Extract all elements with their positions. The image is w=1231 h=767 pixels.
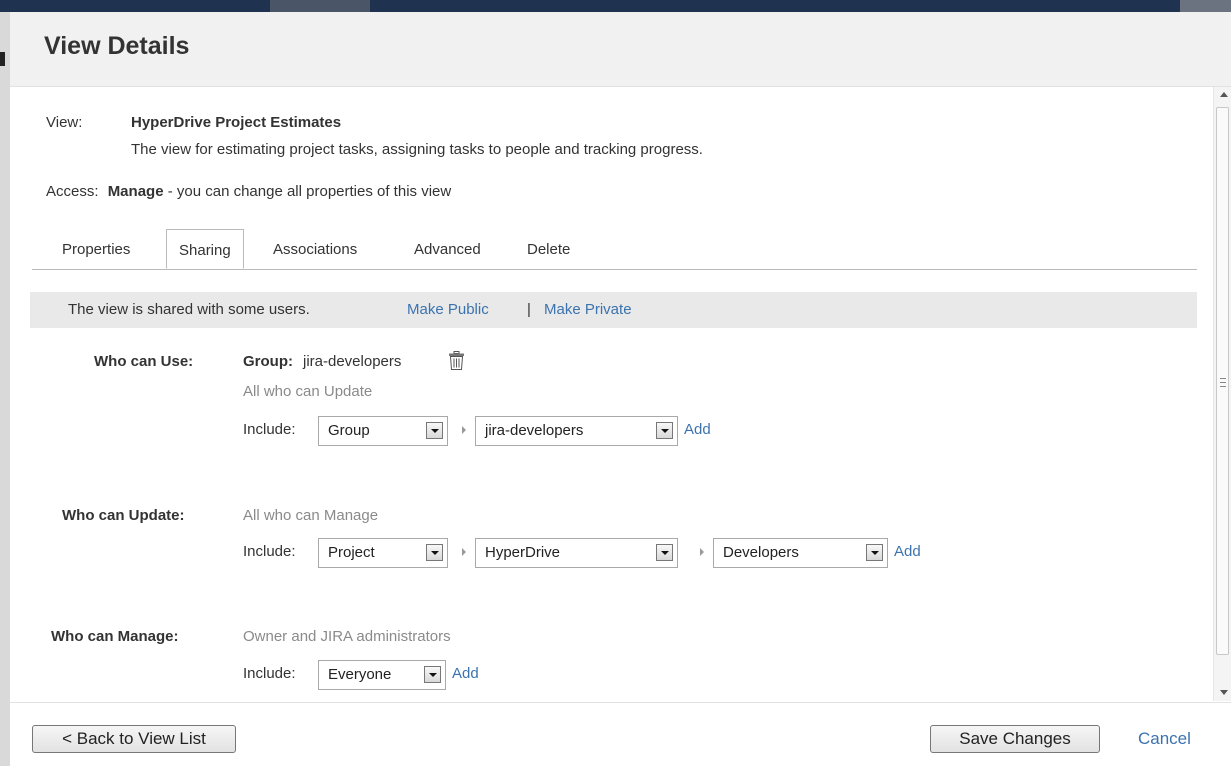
background-page-mark [0, 52, 5, 66]
tab-sharing[interactable]: Sharing [166, 229, 244, 269]
use-include-label: Include: [243, 421, 296, 438]
view-name: HyperDrive Project Estimates [131, 114, 342, 131]
scrollbar-thumb[interactable] [1216, 107, 1229, 655]
trash-icon[interactable] [448, 351, 465, 370]
tab-associations[interactable]: Associations [273, 241, 357, 258]
dialog-header: View Details [10, 12, 1231, 87]
make-private-link[interactable]: Make Private [544, 301, 632, 318]
tab-delete[interactable]: Delete [527, 241, 570, 258]
access-description: - you can change all properties of this … [167, 183, 452, 200]
sharing-status-text: The view is shared with some users. [68, 301, 310, 318]
update-project-select[interactable]: HyperDrive [475, 538, 678, 568]
grip-icon [1220, 378, 1226, 387]
update-role-select[interactable]: Developers [713, 538, 888, 568]
chevron-down-icon [426, 422, 443, 439]
who-can-update-label: Who can Update: [62, 507, 185, 524]
update-type-select[interactable]: Project [318, 538, 448, 568]
chevron-right-icon [700, 548, 704, 556]
access-level: Manage [107, 183, 164, 200]
background-tab [270, 0, 370, 12]
manage-type-select[interactable]: Everyone [318, 660, 446, 690]
dialog-title: View Details [44, 32, 190, 60]
chevron-down-icon [866, 544, 883, 561]
save-changes-button[interactable]: Save Changes [930, 725, 1100, 753]
tab-bar: Properties Sharing Associations Advanced… [32, 229, 1197, 270]
scroll-up-icon[interactable] [1220, 92, 1228, 97]
manage-include-label: Include: [243, 665, 296, 682]
access-label: Access: [46, 183, 99, 200]
view-details-dialog: View Details View: HyperDrive Project Es… [10, 12, 1231, 767]
back-to-view-list-button[interactable]: < Back to View List [32, 725, 236, 753]
tab-properties[interactable]: Properties [62, 241, 130, 258]
link-separator: | [527, 301, 531, 318]
who-can-use-label: Who can Use: [94, 353, 194, 370]
use-group-label: Group: [243, 353, 293, 370]
use-group-value: jira-developers [303, 353, 402, 370]
update-inherited-text: All who can Manage [243, 507, 379, 524]
update-add-link[interactable]: Add [894, 543, 921, 560]
make-public-link[interactable]: Make Public [407, 301, 489, 318]
manage-type-value: Everyone [328, 666, 392, 683]
manage-inherited-text: Owner and JIRA administrators [243, 628, 451, 645]
tab-advanced[interactable]: Advanced [414, 241, 481, 258]
background-tab [1180, 0, 1231, 12]
scroll-down-icon[interactable] [1220, 690, 1228, 695]
use-type-value: Group [328, 422, 370, 439]
cancel-link[interactable]: Cancel [1138, 729, 1191, 749]
chevron-down-icon [656, 422, 673, 439]
update-project-value: HyperDrive [485, 544, 561, 561]
chevron-right-icon [462, 548, 466, 556]
dialog-content: View: HyperDrive Project Estimates The v… [10, 87, 1213, 701]
view-description: The view for estimating project tasks, a… [131, 141, 703, 158]
use-type-select[interactable]: Group [318, 416, 448, 446]
access-row: Access: Manage - you can change all prop… [46, 183, 451, 200]
background-page-edge [0, 12, 10, 766]
update-type-value: Project [328, 544, 375, 561]
view-label: View: [46, 114, 83, 131]
background-window-strip [0, 0, 1231, 12]
who-can-manage-label: Who can Manage: [51, 628, 179, 645]
chevron-right-icon [462, 426, 466, 434]
chevron-down-icon [426, 544, 443, 561]
dialog-footer: < Back to View List Save Changes Cancel [10, 702, 1231, 767]
manage-add-link[interactable]: Add [452, 665, 479, 682]
use-inherited-text: All who can Update [243, 383, 373, 400]
use-value-value: jira-developers [485, 422, 584, 439]
update-role-value: Developers [723, 544, 799, 561]
sharing-status-bar: The view is shared with some users. Make… [30, 292, 1197, 328]
update-include-label: Include: [243, 543, 296, 560]
vertical-scrollbar[interactable] [1213, 87, 1231, 701]
use-value-select[interactable]: jira-developers [475, 416, 678, 446]
chevron-down-icon [656, 544, 673, 561]
use-add-link[interactable]: Add [684, 421, 711, 438]
chevron-down-icon [424, 666, 441, 683]
